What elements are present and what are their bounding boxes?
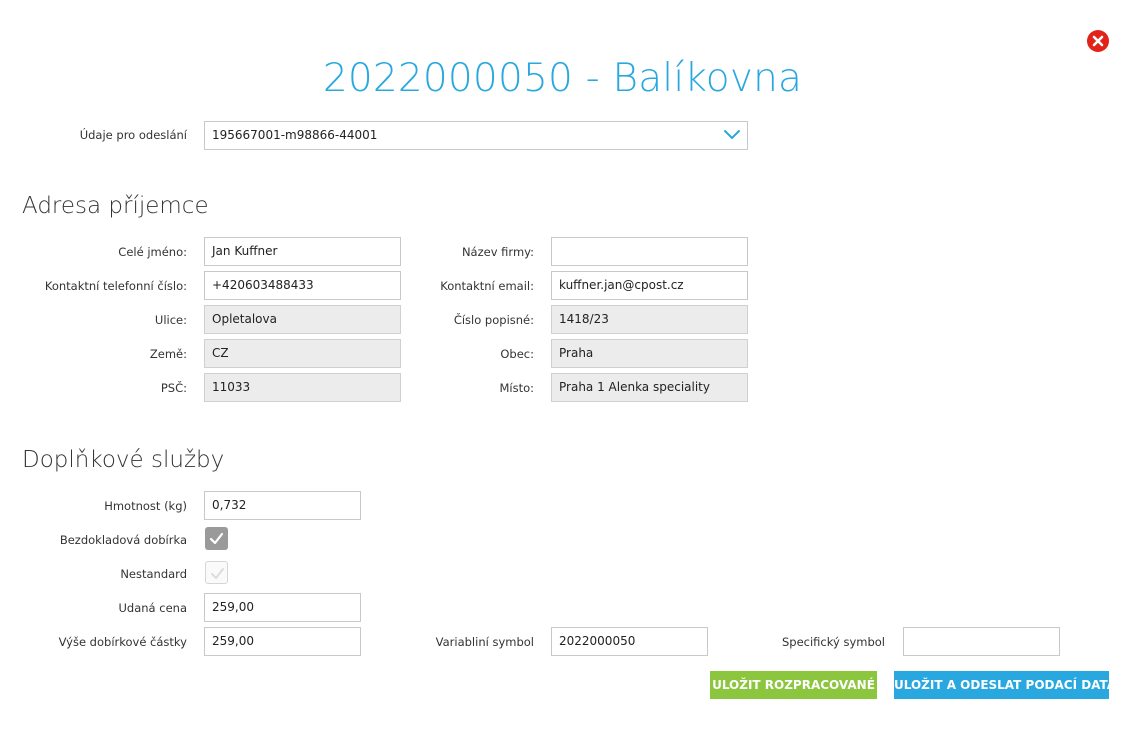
save-draft-button[interactable]: ULOŽIT ROZPRACOVANÉ [710,671,877,699]
phone-field[interactable]: +420603488433 [204,271,401,300]
zip-field: 11033 [204,373,401,402]
checkmark-icon [209,532,224,545]
close-circle-icon [1092,35,1104,47]
close-button[interactable] [1087,30,1109,52]
cod-paperless-label: Bezdokladová dobírka [59,533,187,547]
declared-value-field[interactable]: 259,00 [204,593,361,622]
specific-symbol-label: Specifický symbol [781,635,885,649]
phone-label: Kontaktní telefonní číslo: [44,279,187,293]
dialog-title: 2022000050 - Balíkovna [322,56,803,101]
variable-symbol-label: Variabliní symbol [435,635,534,649]
chevron-down-icon [724,130,740,140]
street-label: Ulice: [154,313,187,327]
email-field[interactable]: kuffner.jan@cpost.cz [551,271,748,300]
country-label: Země: [149,347,187,361]
checkmark-icon [211,568,224,579]
company-label: Název firmy: [461,245,534,259]
city-label: Obec: [500,347,534,361]
house-number-field: 1418/23 [551,305,748,334]
full-name-field[interactable]: Jan Kuffner [204,237,401,266]
cod-amount-field[interactable]: 259,00 [204,627,361,656]
zip-label: PSČ: [160,381,187,395]
cod-paperless-checkbox[interactable] [205,527,228,550]
street-field: Opletalova [204,305,401,334]
sender-select-value: 195667001-m98866-44001 [212,128,378,142]
full-name-label: Celé jméno: [118,245,187,259]
sender-select[interactable]: 195667001-m98866-44001 [204,121,748,150]
save-and-send-button[interactable]: ULOŽIT A ODESLAT PODACÍ DATA [894,671,1116,699]
email-label: Kontaktní email: [440,279,534,293]
services-heading: Doplňkové služby [22,447,225,473]
weight-label: Hmotnost (kg) [104,499,187,513]
house-number-label: Číslo popisné: [453,313,534,327]
sender-label: Údaje pro odeslání [79,128,187,142]
company-field[interactable] [551,237,748,266]
cod-amount-label: Výše dobírkové částky [58,635,187,649]
place-field: Praha 1 Alenka speciality [551,373,748,402]
variable-symbol-field[interactable]: 2022000050 [551,627,708,656]
city-field: Praha [551,339,748,368]
place-label: Místo: [499,381,534,395]
declared-value-label: Udaná cena [118,601,188,615]
recipient-heading: Adresa příjemce [22,193,209,219]
non-standard-checkbox[interactable] [205,561,228,584]
country-field: CZ [204,339,401,368]
weight-field[interactable]: 0,732 [204,491,361,520]
non-standard-label: Nestandard [120,567,187,581]
specific-symbol-field[interactable] [903,627,1060,656]
